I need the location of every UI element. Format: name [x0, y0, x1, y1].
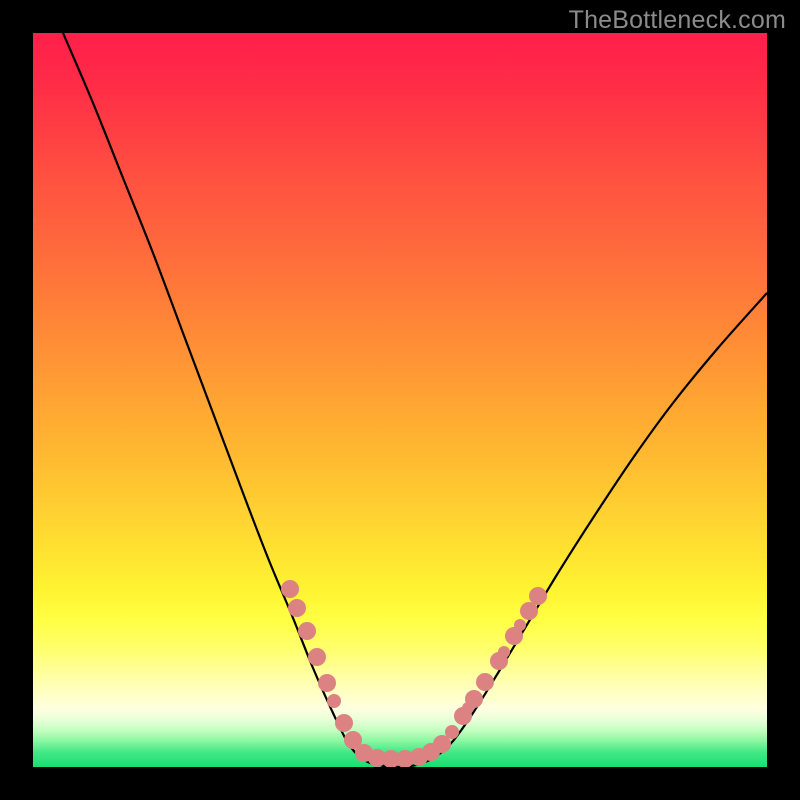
curve-marker	[498, 646, 510, 658]
curve-marker	[327, 694, 341, 708]
curve-marker	[288, 599, 306, 617]
curve-marker	[335, 714, 353, 732]
curve-marker	[514, 619, 526, 631]
curve-marker	[298, 622, 316, 640]
watermark-text: TheBottleneck.com	[569, 6, 786, 35]
curve-marker	[529, 587, 547, 605]
chart-frame: TheBottleneck.com	[0, 0, 800, 800]
curve-marker	[520, 602, 538, 620]
curve-marker	[318, 674, 336, 692]
curve-marker	[308, 648, 326, 666]
bottleneck-curve	[63, 33, 767, 767]
curve-markers	[281, 580, 547, 767]
chart-svg	[33, 33, 767, 767]
plot-area	[33, 33, 767, 767]
curve-marker	[445, 725, 459, 739]
curve-marker	[465, 690, 483, 708]
curve-marker	[476, 673, 494, 691]
curve-marker	[281, 580, 299, 598]
